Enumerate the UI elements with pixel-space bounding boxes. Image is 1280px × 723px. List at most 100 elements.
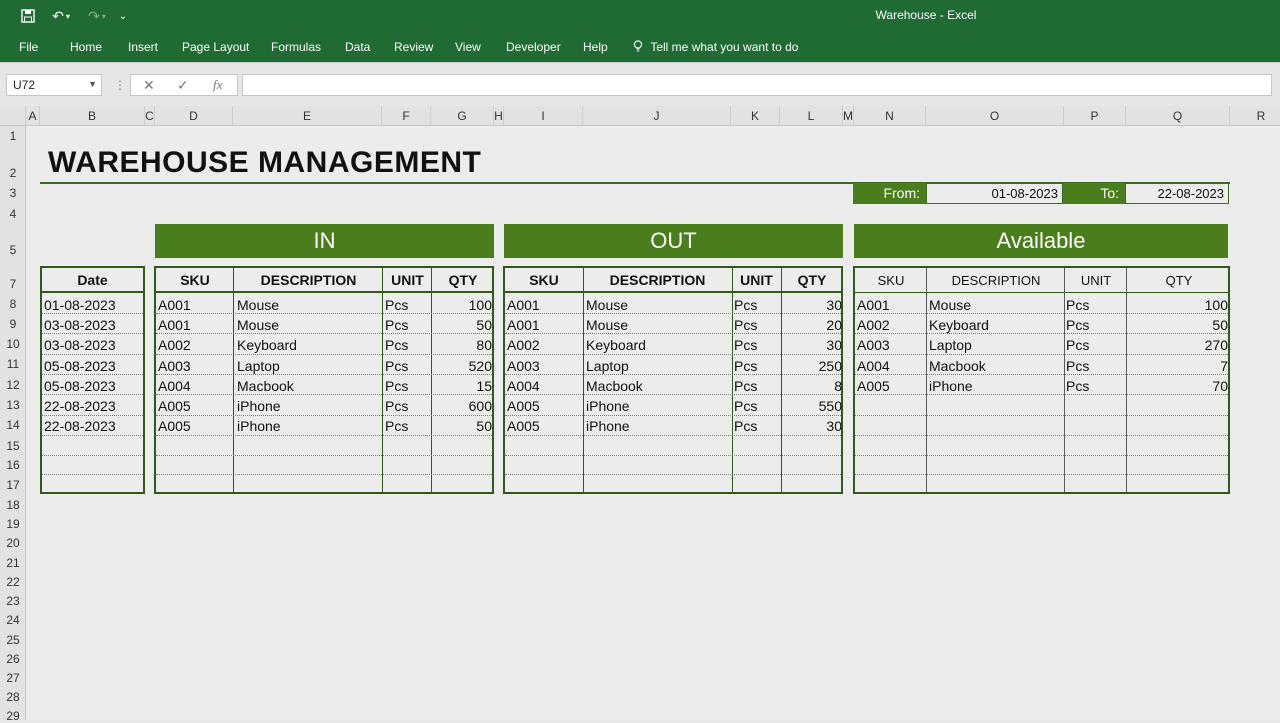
tab-view[interactable]: View — [455, 40, 481, 54]
out-unit-cell[interactable]: Pcs — [734, 356, 757, 376]
col-header-k[interactable]: K — [731, 106, 780, 126]
row-header-15[interactable]: 15 — [0, 439, 26, 453]
tab-formulas[interactable]: Formulas — [271, 40, 321, 54]
row-header-7[interactable]: 7 — [0, 277, 26, 291]
out-qty-cell[interactable]: 20 — [783, 315, 842, 335]
name-box[interactable]: U72 ▼ — [6, 74, 102, 96]
col-header-n[interactable]: N — [854, 106, 926, 126]
out-unit-cell[interactable]: Pcs — [734, 376, 757, 396]
out-description-cell[interactable]: Macbook — [586, 376, 643, 396]
out-description-cell[interactable]: Mouse — [586, 315, 628, 335]
in-description-cell[interactable]: Keyboard — [237, 335, 297, 355]
in-qty-cell[interactable]: 600 — [433, 396, 492, 416]
available-sku-cell[interactable]: A004 — [857, 356, 890, 376]
out-description-cell[interactable]: Mouse — [586, 295, 628, 315]
row-header-12[interactable]: 12 — [0, 378, 26, 392]
date-cell[interactable]: 01-08-2023 — [44, 295, 116, 315]
available-unit-cell[interactable]: Pcs — [1066, 356, 1089, 376]
row-header-17[interactable]: 17 — [0, 478, 26, 492]
row-header-11[interactable]: 11 — [0, 357, 26, 371]
col-header-g[interactable]: G — [431, 106, 494, 126]
in-description-cell[interactable]: Mouse — [237, 315, 279, 335]
cancel-icon[interactable]: ✕ — [143, 77, 155, 94]
col-header-h[interactable]: H — [494, 106, 504, 126]
tell-me-search[interactable]: Tell me what you want to do — [633, 40, 798, 54]
col-header-m[interactable]: M — [843, 106, 854, 126]
available-unit-cell[interactable]: Pcs — [1066, 315, 1089, 335]
row-header-24[interactable]: 24 — [0, 613, 26, 627]
row-header-14[interactable]: 14 — [0, 418, 26, 432]
row-header-29[interactable]: 29 — [0, 709, 26, 723]
from-date-cell[interactable]: 01-08-2023 — [926, 183, 1063, 204]
row-header-19[interactable]: 19 — [0, 517, 26, 531]
row-header-13[interactable]: 13 — [0, 398, 26, 412]
in-qty-cell[interactable]: 50 — [433, 315, 492, 335]
available-qty-cell[interactable]: 7 — [1128, 356, 1228, 376]
row-header-9[interactable]: 9 — [0, 317, 26, 331]
in-qty-cell[interactable]: 50 — [433, 416, 492, 436]
out-qty-cell[interactable]: 8 — [783, 376, 842, 396]
date-cell[interactable]: 22-08-2023 — [44, 396, 116, 416]
in-qty-cell[interactable]: 100 — [433, 295, 492, 315]
in-sku-cell[interactable]: A003 — [158, 356, 191, 376]
out-unit-cell[interactable]: Pcs — [734, 396, 757, 416]
tab-home[interactable]: Home — [70, 40, 102, 54]
in-description-cell[interactable]: Laptop — [237, 356, 280, 376]
in-sku-cell[interactable]: A005 — [158, 416, 191, 436]
out-unit-cell[interactable]: Pcs — [734, 295, 757, 315]
col-header-b[interactable]: B — [40, 106, 145, 126]
out-qty-cell[interactable]: 30 — [783, 295, 842, 315]
in-sku-cell[interactable]: A002 — [158, 335, 191, 355]
date-cell[interactable]: 03-08-2023 — [44, 315, 116, 335]
in-description-cell[interactable]: Macbook — [237, 376, 294, 396]
out-description-cell[interactable]: Laptop — [586, 356, 629, 376]
col-header-l[interactable]: L — [780, 106, 843, 126]
row-header-27[interactable]: 27 — [0, 671, 26, 685]
col-header-j[interactable]: J — [583, 106, 731, 126]
row-header-2[interactable]: 2 — [0, 166, 26, 180]
out-unit-cell[interactable]: Pcs — [734, 315, 757, 335]
available-qty-cell[interactable]: 70 — [1128, 376, 1228, 396]
available-unit-cell[interactable]: Pcs — [1066, 335, 1089, 355]
row-header-4[interactable]: 4 — [0, 207, 26, 221]
col-header-o[interactable]: O — [926, 106, 1064, 126]
out-sku-cell[interactable]: A002 — [507, 335, 540, 355]
available-unit-cell[interactable]: Pcs — [1066, 376, 1089, 396]
row-header-1[interactable]: 1 — [0, 129, 26, 143]
in-unit-cell[interactable]: Pcs — [385, 416, 408, 436]
col-header-c[interactable]: C — [145, 106, 155, 126]
col-header-i[interactable]: I — [504, 106, 583, 126]
col-header-p[interactable]: P — [1064, 106, 1126, 126]
out-sku-cell[interactable]: A005 — [507, 416, 540, 436]
row-header-23[interactable]: 23 — [0, 594, 26, 608]
row-header-3[interactable]: 3 — [0, 186, 26, 200]
col-header-e[interactable]: E — [233, 106, 382, 126]
available-description-cell[interactable]: iPhone — [929, 376, 973, 396]
row-header-28[interactable]: 28 — [0, 690, 26, 704]
available-unit-cell[interactable]: Pcs — [1066, 295, 1089, 315]
out-qty-cell[interactable]: 550 — [783, 396, 842, 416]
tab-developer[interactable]: Developer — [506, 40, 561, 54]
available-sku-cell[interactable]: A001 — [857, 295, 890, 315]
out-description-cell[interactable]: iPhone — [586, 416, 630, 436]
date-cell[interactable]: 05-08-2023 — [44, 376, 116, 396]
row-header-16[interactable]: 16 — [0, 458, 26, 472]
in-sku-cell[interactable]: A004 — [158, 376, 191, 396]
insert-function-icon[interactable]: fx — [213, 77, 222, 93]
col-header-f[interactable]: F — [382, 106, 431, 126]
date-cell[interactable]: 03-08-2023 — [44, 335, 116, 355]
available-qty-cell[interactable]: 50 — [1128, 315, 1228, 335]
available-description-cell[interactable]: Keyboard — [929, 315, 989, 335]
in-unit-cell[interactable]: Pcs — [385, 335, 408, 355]
col-header-r[interactable]: R — [1230, 106, 1280, 126]
row-header-10[interactable]: 10 — [0, 337, 26, 351]
in-qty-cell[interactable]: 80 — [433, 335, 492, 355]
in-description-cell[interactable]: iPhone — [237, 416, 281, 436]
row-header-8[interactable]: 8 — [0, 297, 26, 311]
in-unit-cell[interactable]: Pcs — [385, 295, 408, 315]
formula-input[interactable] — [242, 74, 1272, 96]
available-sku-cell[interactable]: A005 — [857, 376, 890, 396]
tab-file[interactable]: File — [19, 40, 38, 54]
row-header-5[interactable]: 5 — [0, 243, 26, 257]
tab-review[interactable]: Review — [394, 40, 433, 54]
